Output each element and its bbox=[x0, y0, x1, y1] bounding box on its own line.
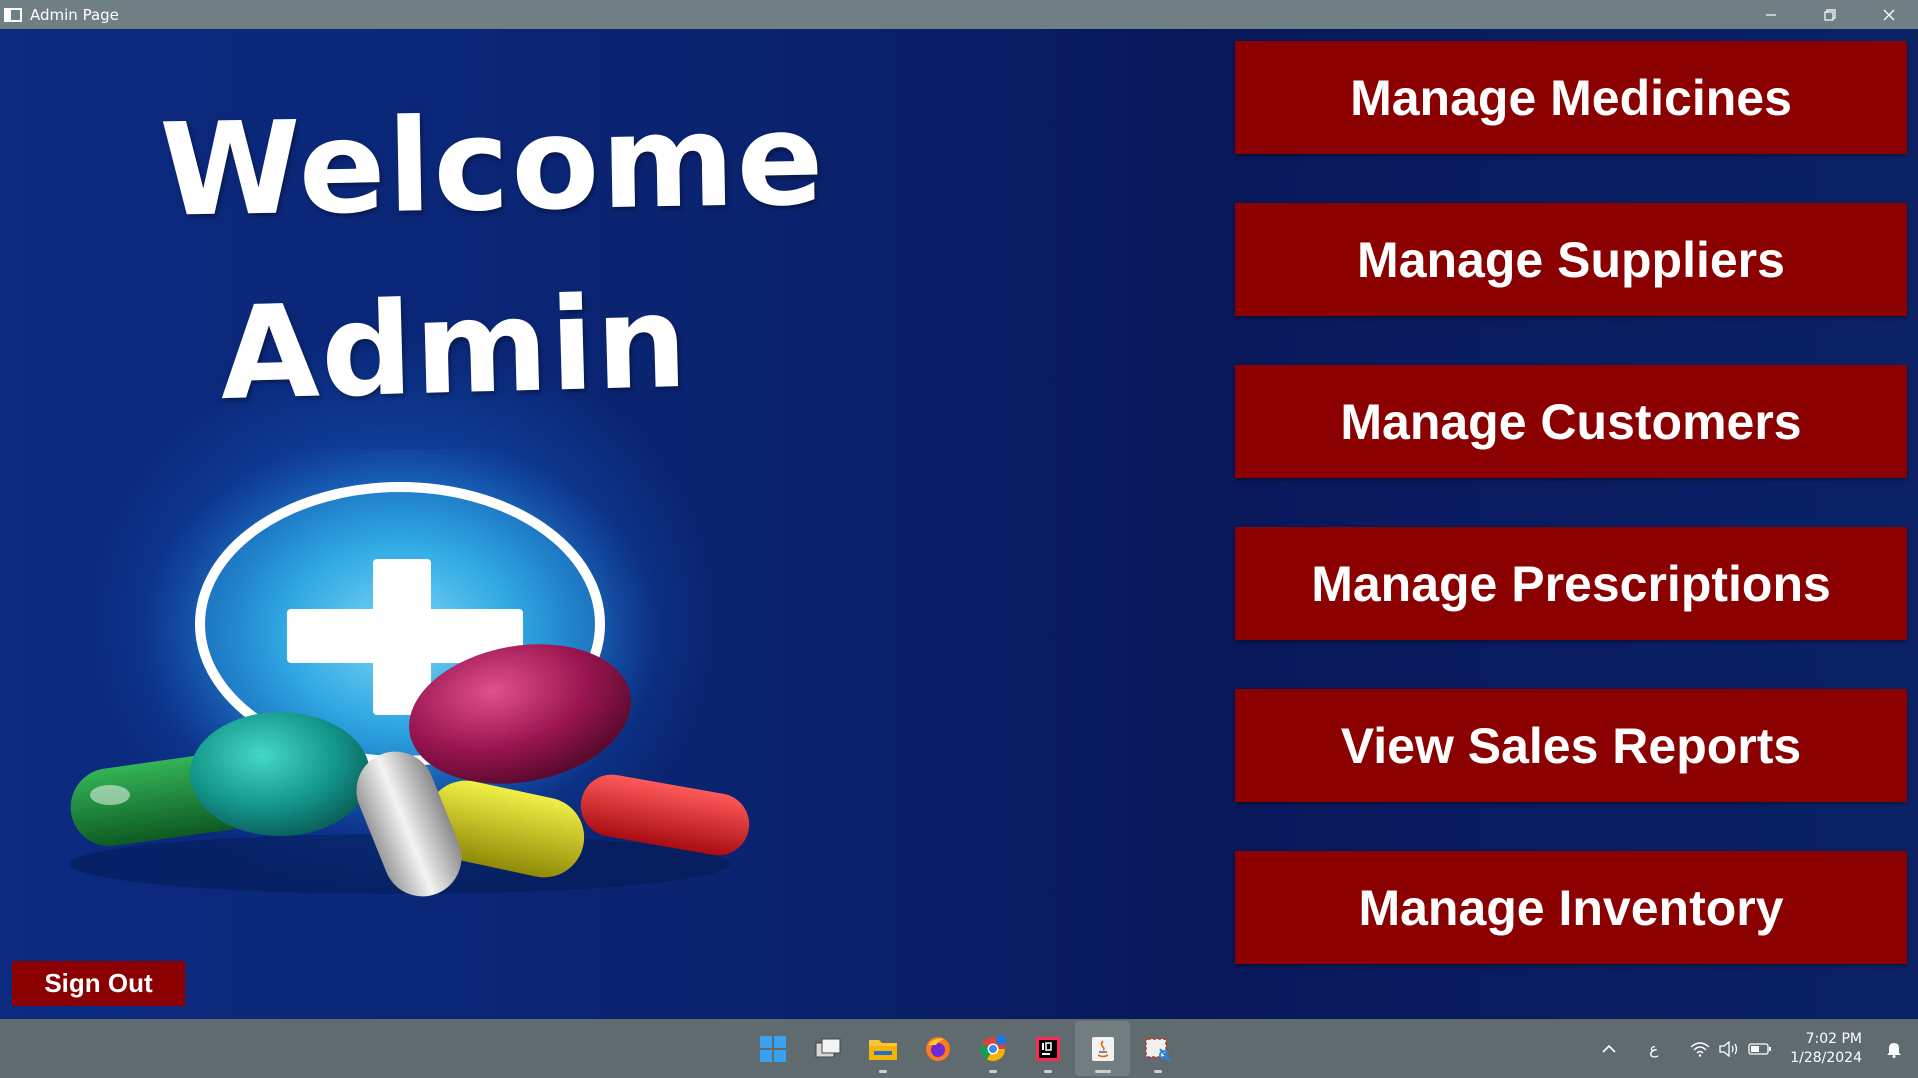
file-explorer-button[interactable] bbox=[855, 1021, 910, 1076]
running-indicator bbox=[878, 1070, 887, 1073]
notifications-button[interactable] bbox=[1886, 1040, 1902, 1058]
task-view-button[interactable] bbox=[800, 1021, 855, 1076]
close-icon bbox=[1883, 9, 1894, 20]
window-title: Admin Page bbox=[30, 5, 119, 24]
snipping-tool-button[interactable] bbox=[1130, 1021, 1185, 1076]
java-icon bbox=[1091, 1036, 1114, 1061]
intellij-button[interactable] bbox=[1020, 1021, 1075, 1076]
running-indicator bbox=[1043, 1070, 1052, 1073]
running-indicator bbox=[988, 1070, 997, 1073]
notification-bell-icon bbox=[1887, 1042, 1901, 1058]
app-window-icon bbox=[4, 7, 22, 22]
clock-time: 7:02 PM bbox=[1805, 1030, 1862, 1047]
snipping-tool-icon bbox=[1144, 1037, 1171, 1062]
welcome-heading: Welcome bbox=[158, 85, 827, 246]
network-volume-battery-group[interactable] bbox=[1690, 1040, 1772, 1057]
java-app-button[interactable] bbox=[1075, 1021, 1130, 1076]
pharmacy-cross-and-pills-illustration bbox=[70, 449, 750, 897]
manage-customers-button[interactable]: Manage Customers bbox=[1235, 365, 1907, 478]
chrome-icon bbox=[980, 1034, 1006, 1061]
manage-suppliers-button[interactable]: Manage Suppliers bbox=[1235, 203, 1907, 316]
firefox-button[interactable] bbox=[910, 1021, 965, 1076]
view-sales-reports-button[interactable]: View Sales Reports bbox=[1235, 689, 1907, 802]
battery-icon bbox=[1748, 1042, 1772, 1055]
file-explorer-icon bbox=[868, 1039, 897, 1060]
restore-button[interactable] bbox=[1800, 0, 1859, 29]
chrome-button[interactable] bbox=[965, 1021, 1020, 1076]
restore-icon bbox=[1823, 8, 1836, 21]
minimize-icon bbox=[1765, 13, 1776, 16]
taskbar-clock[interactable]: 7:02 PM 1/28/2024 bbox=[1790, 1030, 1862, 1068]
taskbar: ع 7:02 PM 1/28/2024 bbox=[0, 1019, 1918, 1078]
window-titlebar: Admin Page bbox=[0, 0, 1918, 29]
manage-inventory-button[interactable]: Manage Inventory bbox=[1235, 851, 1907, 964]
admin-heading: Admin bbox=[218, 267, 691, 430]
task-view-icon bbox=[815, 1038, 840, 1057]
sign-out-button[interactable]: Sign Out bbox=[12, 961, 185, 1006]
running-indicator bbox=[1153, 1070, 1162, 1073]
clock-date: 1/28/2024 bbox=[1790, 1049, 1862, 1066]
minimize-button[interactable] bbox=[1741, 0, 1800, 29]
manage-medicines-button[interactable]: Manage Medicines bbox=[1235, 41, 1907, 154]
intellij-icon bbox=[1035, 1036, 1060, 1061]
chevron-up-icon bbox=[1602, 1044, 1616, 1053]
volume-icon bbox=[1719, 1040, 1738, 1057]
start-button[interactable] bbox=[745, 1021, 800, 1076]
show-hidden-icons-button[interactable] bbox=[1601, 1044, 1617, 1054]
windows-start-icon bbox=[759, 1035, 786, 1062]
window-controls bbox=[1741, 0, 1918, 29]
manage-prescriptions-button[interactable]: Manage Prescriptions bbox=[1235, 527, 1907, 640]
wifi-icon bbox=[1690, 1041, 1710, 1057]
firefox-icon bbox=[925, 1036, 950, 1061]
admin-dashboard: Welcome Admin Manage Medicines Manage Su… bbox=[0, 29, 1918, 1019]
taskbar-apps bbox=[745, 1019, 1185, 1078]
system-tray: ع 7:02 PM 1/28/2024 bbox=[1591, 1019, 1918, 1078]
input-language-indicator[interactable]: ع bbox=[1649, 1040, 1658, 1058]
close-button[interactable] bbox=[1859, 0, 1918, 29]
running-indicator bbox=[1094, 1070, 1111, 1073]
